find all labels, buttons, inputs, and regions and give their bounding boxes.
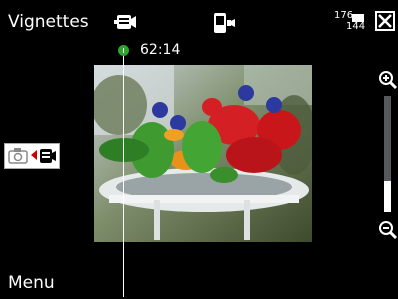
- close-icon: [378, 14, 392, 28]
- timeline-marker: [123, 56, 124, 297]
- camera-viewfinder[interactable]: [94, 65, 312, 242]
- zoom-out-button[interactable]: [378, 220, 398, 244]
- zoom-in-icon: [379, 71, 398, 90]
- camera-icon: [8, 148, 28, 164]
- video-camera-mode-icon: [40, 149, 56, 163]
- viewfinder-image: [94, 65, 312, 242]
- zoom-in-button[interactable]: [378, 70, 398, 94]
- mode-switch[interactable]: [4, 143, 60, 169]
- resolution-height: 144: [346, 21, 366, 32]
- zoom-level-fill: [384, 181, 391, 212]
- recording-indicator-icon: [118, 45, 129, 56]
- video-camera-icon[interactable]: [114, 12, 138, 36]
- recording-timer: 62:14: [140, 42, 181, 58]
- zoom-out-icon: [379, 221, 398, 240]
- menu-softkey[interactable]: Menu: [8, 273, 55, 293]
- phone-video-icon[interactable]: [212, 12, 236, 38]
- close-button[interactable]: [375, 11, 395, 31]
- resolution-indicator[interactable]: 176 144: [334, 10, 370, 34]
- screen-title: Vignettes: [8, 12, 89, 32]
- screen-icon: [352, 14, 364, 22]
- resolution-width: 176: [334, 10, 354, 21]
